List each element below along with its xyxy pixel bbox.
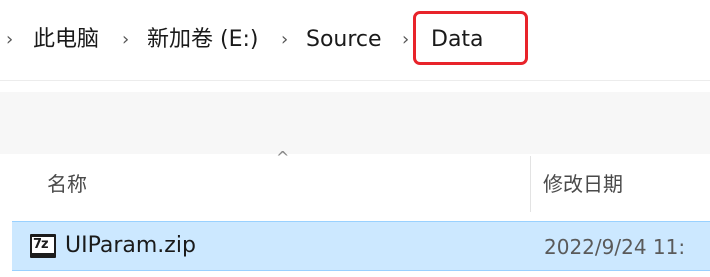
breadcrumb-item-this-pc[interactable]: 此电脑 [33,24,99,56]
breadcrumb-root-chevron-icon[interactable]: › [6,26,13,54]
7z-archive-icon: 7z [30,234,56,258]
toolbar-area [0,92,710,154]
breadcrumb-chevron-icon[interactable]: › [402,26,409,54]
breadcrumb-item-drive-e[interactable]: 新加卷 (E:) [147,24,258,56]
column-header-date-modified[interactable]: 修改日期 [543,171,623,197]
breadcrumb-item-data[interactable]: Data [431,24,484,56]
file-name: UIParam.zip [65,233,196,258]
address-bar[interactable]: › 此电脑 › 新加卷 (E:) › Source › Data [0,0,710,81]
breadcrumb-chevron-icon[interactable]: › [122,26,129,54]
file-date-modified: 2022/9/24 11: [544,235,686,259]
file-explorer-window: › 此电脑 › 新加卷 (E:) › Source › Data ^ 名称 修改… [0,0,710,277]
breadcrumb-item-source[interactable]: Source [306,24,382,56]
breadcrumb-chevron-icon[interactable]: › [281,26,288,54]
column-header-name[interactable]: 名称 [47,171,87,197]
column-divider[interactable] [530,156,531,212]
file-list-row[interactable]: 7z UIParam.zip 2022/9/24 11: [12,221,710,271]
sort-ascending-icon: ^ [276,148,290,167]
